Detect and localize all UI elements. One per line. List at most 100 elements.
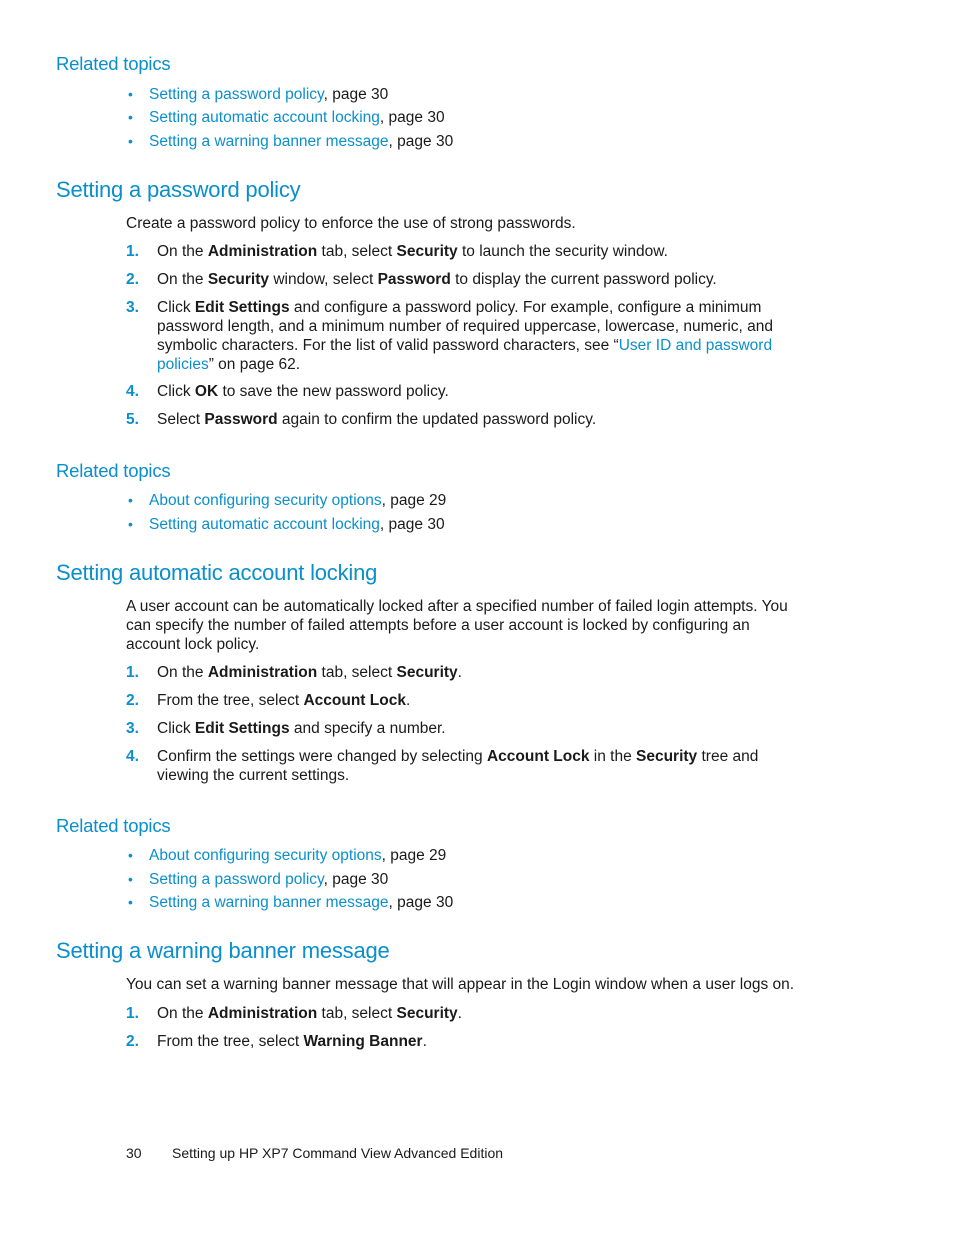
step-number: 1. xyxy=(126,664,139,681)
step-number: 1. xyxy=(126,1005,139,1022)
step-text: . xyxy=(457,664,462,681)
step-text: . xyxy=(457,1005,462,1022)
step-number: 2. xyxy=(126,692,139,709)
bullet-icon: • xyxy=(128,516,133,532)
related-topic-item: • About configuring security options, pag… xyxy=(128,847,446,865)
related-topics-heading: Related topics xyxy=(56,815,171,836)
related-topic-link[interactable]: About configuring security options xyxy=(149,492,382,509)
bullet-icon: • xyxy=(128,894,133,910)
related-topic-link[interactable]: Setting automatic account locking xyxy=(149,109,380,126)
ui-term: Administration xyxy=(207,664,318,681)
step-number: 4. xyxy=(126,383,139,400)
bullet-icon: • xyxy=(128,847,133,863)
section-intro: You can set a warning banner message tha… xyxy=(126,976,795,993)
section-intro: Create a password policy to enforce the … xyxy=(126,215,576,232)
step-text: tab, select xyxy=(317,664,397,681)
step-item: 4. Confirm the settings were changed by … xyxy=(126,747,806,785)
step-text: and specify a number. xyxy=(289,720,446,737)
page-reference: , page 30 xyxy=(323,86,389,103)
ui-term: Security xyxy=(636,748,698,765)
step-item: 1. On the Administration tab, select Sec… xyxy=(126,1004,806,1023)
section-title-account-locking: Setting automatic account locking xyxy=(56,560,378,585)
related-topic-item: • Setting a password policy, page 30 xyxy=(128,86,388,104)
step-text: On the xyxy=(157,1005,208,1022)
step-text: From the tree, select xyxy=(157,1033,304,1050)
ui-term: Security xyxy=(396,664,458,681)
related-topic-item: • Setting automatic account locking, page… xyxy=(128,516,445,534)
step-number: 3. xyxy=(126,299,139,316)
step-text: in the xyxy=(589,748,636,765)
related-topic-item: • About configuring security options, pag… xyxy=(128,492,446,510)
bullet-icon: • xyxy=(128,109,133,125)
page-footer: 30 Setting up HP XP7 Command View Advance… xyxy=(126,1145,503,1161)
step-text: On the xyxy=(157,271,208,288)
page-reference: , page 29 xyxy=(381,492,447,509)
related-topic-link[interactable]: Setting a warning banner message xyxy=(149,894,389,911)
related-topic-link[interactable]: Setting a password policy xyxy=(149,871,324,888)
step-item: 2. From the tree, select Account Lock. xyxy=(126,691,806,710)
step-text: tab, select xyxy=(317,243,397,260)
ui-term: Account Lock xyxy=(486,748,590,765)
step-text: . xyxy=(422,1033,427,1050)
ui-term: OK xyxy=(194,383,219,400)
step-text: ” on page 62. xyxy=(208,356,301,373)
step-text: to launch the security window. xyxy=(457,243,668,260)
ui-term: Administration xyxy=(207,1005,318,1022)
step-number: 4. xyxy=(126,748,139,765)
related-topic-link[interactable]: Setting automatic account locking xyxy=(149,516,380,533)
section-intro: A user account can be automatically lock… xyxy=(126,598,788,653)
step-item: 3. Click Edit Settings and specify a num… xyxy=(126,719,806,738)
ui-term: Security xyxy=(396,243,458,260)
step-item: 2. From the tree, select Warning Banner. xyxy=(126,1032,806,1051)
page-reference: , page 30 xyxy=(379,109,445,126)
step-text: From the tree, select xyxy=(157,692,304,709)
bullet-icon: • xyxy=(128,133,133,149)
document-title: Setting up HP XP7 Command View Advanced … xyxy=(172,1145,504,1161)
step-item: 1. On the Administration tab, select Sec… xyxy=(126,663,806,682)
step-text: On the xyxy=(157,664,208,681)
step-item: 4. Click OK to save the new password pol… xyxy=(126,382,806,401)
step-item: 1. On the Administration tab, select Sec… xyxy=(126,242,806,261)
section-title-warning-banner: Setting a warning banner message xyxy=(56,938,390,963)
page-reference: , page 30 xyxy=(388,133,454,150)
bullet-icon: • xyxy=(128,86,133,102)
related-topic-link[interactable]: Setting a warning banner message xyxy=(149,133,389,150)
section-title-password-policy: Setting a password policy xyxy=(56,177,301,202)
step-text: Click xyxy=(157,720,195,737)
step-item: 5. Select Password again to confirm the … xyxy=(126,410,806,429)
ui-term: Edit Settings xyxy=(194,720,290,737)
page-number: 30 xyxy=(126,1145,142,1161)
step-text: tab, select xyxy=(317,1005,397,1022)
step-text: Select xyxy=(157,411,205,428)
bullet-icon: • xyxy=(128,492,133,508)
page-reference: , page 30 xyxy=(323,871,389,888)
step-number: 2. xyxy=(126,271,139,288)
step-text: to save the new password policy. xyxy=(218,383,449,400)
ui-term: Password xyxy=(204,411,278,428)
ui-term: Security xyxy=(396,1005,458,1022)
step-text: again to confirm the updated password po… xyxy=(277,411,597,428)
related-topic-item: • Setting a warning banner message, page … xyxy=(128,894,453,912)
ui-term: Warning Banner xyxy=(303,1033,423,1050)
step-text: Click xyxy=(157,383,195,400)
related-topic-item: • Setting automatic account locking, page… xyxy=(128,109,445,127)
related-topics-heading: Related topics xyxy=(56,460,171,481)
page-reference: , page 30 xyxy=(379,516,445,533)
related-topic-item: • Setting a password policy, page 30 xyxy=(128,871,388,889)
step-number: 2. xyxy=(126,1033,139,1050)
step-number: 5. xyxy=(126,411,139,428)
step-item: 3. Click Edit Settings and configure a p… xyxy=(126,298,806,374)
step-text: Confirm the settings were changed by sel… xyxy=(157,748,487,765)
step-number: 3. xyxy=(126,720,139,737)
ui-term: Security xyxy=(207,271,270,288)
ui-term: Password xyxy=(377,271,451,288)
related-topic-link[interactable]: About configuring security options xyxy=(149,847,382,864)
step-text: . xyxy=(405,692,411,709)
related-topic-link[interactable]: Setting a password policy xyxy=(149,86,324,103)
step-text: Click xyxy=(157,299,195,316)
step-text: window, select xyxy=(269,271,378,288)
ui-term: Account Lock xyxy=(303,692,406,709)
bullet-icon: • xyxy=(128,871,133,887)
step-number: 1. xyxy=(126,243,139,260)
page-reference: , page 29 xyxy=(381,847,447,864)
